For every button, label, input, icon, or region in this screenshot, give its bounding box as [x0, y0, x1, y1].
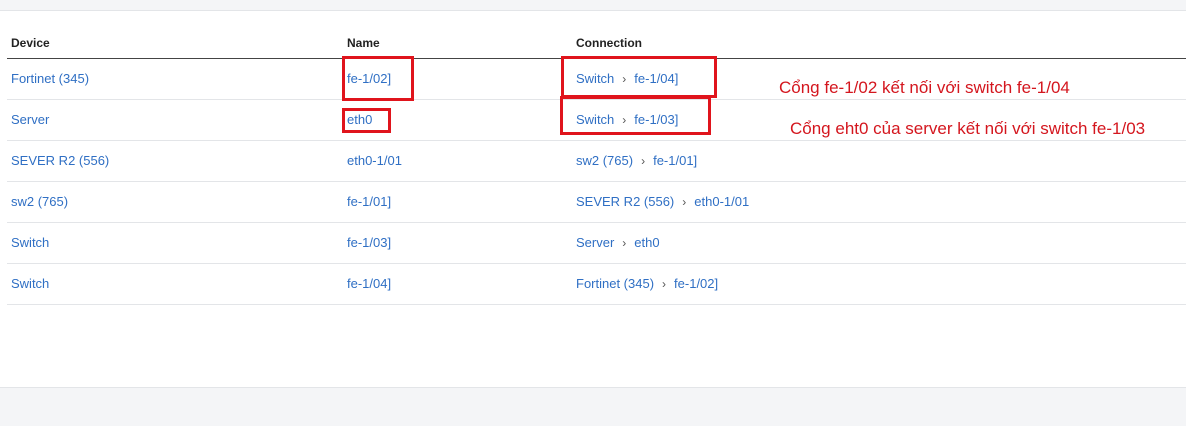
table-row: Switch fe-1/04] Fortinet (345) › fe-1/02]: [7, 264, 1186, 305]
connection-cell: SEVER R2 (556) › eth0-1/01: [576, 194, 749, 209]
highlight-box-name-fortinet: [342, 56, 414, 101]
connection-device-link[interactable]: SEVER R2 (556): [576, 194, 674, 209]
connection-device-link[interactable]: Fortinet (345): [576, 276, 654, 291]
connection-port-link[interactable]: eth0: [634, 235, 659, 250]
connection-device-link[interactable]: Server: [576, 235, 614, 250]
port-name-link[interactable]: fe-1/04]: [347, 276, 391, 291]
device-link[interactable]: Fortinet (345): [11, 71, 89, 86]
annotation-note-2: Cổng eht0 của server kết nối với switch …: [790, 119, 1146, 138]
device-link[interactable]: Switch: [11, 235, 49, 250]
table-row: sw2 (765) fe-1/01] SEVER R2 (556) › eth0-1…: [7, 182, 1186, 223]
connection-cell: Server › eth0: [576, 235, 660, 250]
table-row: SEVER R2 (556) eth0-1/01 sw2 (765) › fe-1/…: [7, 141, 1186, 182]
port-name-link[interactable]: fe-1/03]: [347, 235, 391, 250]
chevron-right-icon: ›: [662, 277, 667, 291]
chevron-right-icon: ›: [682, 195, 687, 209]
port-name-link[interactable]: eth0-1/01: [347, 153, 402, 168]
highlight-box-name-server: [342, 108, 391, 133]
highlight-box-connection-server: [560, 96, 711, 135]
connection-port-link[interactable]: eth0-1/01: [694, 194, 749, 209]
port-name-link[interactable]: fe-1/01]: [347, 194, 391, 209]
connection-port-link[interactable]: fe-1/01]: [653, 153, 697, 168]
connection-device-link[interactable]: sw2 (765): [576, 153, 633, 168]
device-link[interactable]: Switch: [11, 276, 49, 291]
device-link[interactable]: SEVER R2 (556): [11, 153, 109, 168]
device-link[interactable]: sw2 (765): [11, 194, 68, 209]
highlight-box-connection-fortinet: [561, 56, 717, 98]
connection-cell: Fortinet (345) › fe-1/02]: [576, 276, 718, 291]
chevron-right-icon: ›: [641, 154, 646, 168]
annotation-note-1: Cổng fe-1/02 kết nối với switch fe-1/04: [779, 78, 1070, 97]
chevron-right-icon: ›: [622, 236, 627, 250]
column-header-connection[interactable]: Connection: [576, 36, 642, 50]
connection-cell: sw2 (765) › fe-1/01]: [576, 153, 697, 168]
column-header-name[interactable]: Name: [347, 36, 380, 50]
column-header-device[interactable]: Device: [11, 36, 50, 50]
device-link[interactable]: Server: [11, 112, 49, 127]
connection-port-link[interactable]: fe-1/02]: [674, 276, 718, 291]
table-row: Switch fe-1/03] Server › eth0: [7, 223, 1186, 264]
